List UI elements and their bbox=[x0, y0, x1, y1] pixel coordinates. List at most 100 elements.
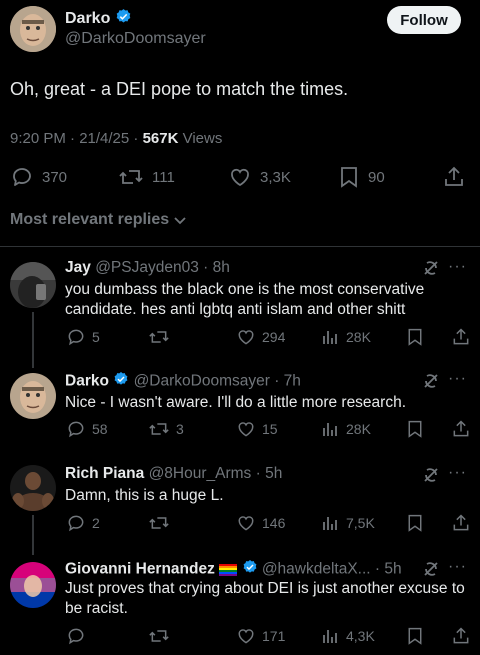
repost-count: 111 bbox=[152, 168, 175, 186]
avatar-darko[interactable] bbox=[10, 6, 56, 52]
reply-repost-stat[interactable] bbox=[148, 626, 176, 646]
reply-author-handle[interactable]: @hawkdeltaX... bbox=[262, 561, 371, 578]
more-options-icon[interactable]: ··· bbox=[448, 370, 467, 388]
reply-icon bbox=[10, 165, 34, 189]
views-count: 28K bbox=[346, 421, 371, 437]
bookmark-stat[interactable]: 90 bbox=[338, 165, 385, 189]
repost-stat[interactable]: 111 bbox=[118, 165, 175, 189]
reply-share-button[interactable] bbox=[451, 513, 471, 533]
views-chart-icon bbox=[320, 513, 340, 533]
thread-line bbox=[32, 515, 34, 555]
chevron-down-icon bbox=[173, 213, 187, 227]
grok-icon[interactable] bbox=[422, 372, 440, 390]
share-button[interactable] bbox=[442, 165, 466, 189]
share-icon bbox=[451, 626, 471, 646]
reply-share-button[interactable] bbox=[451, 626, 471, 646]
reply-reply-stat[interactable]: 2 bbox=[66, 513, 100, 533]
reply-author-handle[interactable]: @DarkoDoomsayer bbox=[134, 373, 270, 390]
avatar-giovanni-hernandez[interactable] bbox=[10, 562, 56, 608]
reply-bookmark-button[interactable] bbox=[406, 626, 424, 646]
author-handle[interactable]: @DarkoDoomsayer bbox=[65, 30, 206, 48]
like-stat[interactable]: 3,3K bbox=[228, 165, 291, 189]
reply-repost-stat[interactable]: 3 bbox=[148, 419, 184, 439]
reply-bookmark-button[interactable] bbox=[406, 513, 424, 533]
reply-reply-stat[interactable] bbox=[66, 626, 92, 646]
reply-views-stat[interactable]: 28K bbox=[320, 419, 371, 439]
reply-author-handle[interactable]: @8Hour_Arms bbox=[149, 465, 252, 482]
reply-reply-stat[interactable]: 5 bbox=[66, 327, 100, 347]
reply-icon bbox=[66, 327, 86, 347]
grok-icon[interactable] bbox=[422, 560, 440, 578]
post-time[interactable]: 9:20 PM · 21/4/25 · bbox=[10, 130, 143, 147]
views-chart-icon bbox=[320, 419, 340, 439]
views-label: Views bbox=[178, 130, 223, 147]
reply-repost-stat[interactable] bbox=[148, 513, 176, 533]
more-options-icon[interactable]: ··· bbox=[448, 464, 467, 482]
reply-bookmark-button[interactable] bbox=[406, 327, 424, 347]
reply-count: 5 bbox=[92, 329, 100, 345]
share-icon bbox=[442, 165, 466, 189]
grok-icon[interactable] bbox=[422, 259, 440, 277]
reply-author-name[interactable]: Giovanni Hernandez bbox=[65, 561, 215, 578]
reply-like-stat[interactable]: 15 bbox=[236, 419, 278, 439]
author-name[interactable]: Darko bbox=[65, 10, 110, 27]
reply-count: 370 bbox=[42, 168, 68, 186]
more-options-icon[interactable]: ··· bbox=[448, 258, 467, 276]
views-count: 7,5K bbox=[346, 515, 375, 531]
verified-badge-icon bbox=[242, 559, 258, 580]
verified-badge-icon bbox=[113, 371, 129, 392]
like-count: 3,3K bbox=[260, 168, 291, 186]
reply-share-button[interactable] bbox=[451, 419, 471, 439]
reply-like-stat[interactable]: 171 bbox=[236, 626, 285, 646]
post-text: Oh, great - a DEI pope to match the time… bbox=[10, 79, 349, 99]
reply-author-name[interactable]: Rich Piana bbox=[65, 465, 144, 482]
avatar-jay[interactable] bbox=[10, 262, 56, 308]
reply-time[interactable]: · 8h bbox=[203, 259, 230, 276]
reply-icon bbox=[66, 513, 86, 533]
reply-author-handle[interactable]: @PSJayden03 bbox=[95, 259, 199, 276]
reply-time[interactable]: · 7h bbox=[274, 373, 301, 390]
reply-author-name[interactable]: Darko bbox=[65, 373, 109, 390]
bookmark-icon bbox=[338, 165, 360, 189]
reply-stat[interactable]: 370 bbox=[10, 165, 67, 189]
reply-views-stat[interactable]: 28K bbox=[320, 327, 371, 347]
reply-share-button[interactable] bbox=[451, 327, 471, 347]
reply-icon bbox=[66, 626, 86, 646]
bookmark-icon bbox=[406, 419, 424, 439]
reply-views-stat[interactable]: 4,3K bbox=[320, 626, 375, 646]
heart-icon bbox=[236, 419, 256, 439]
reply-author-name[interactable]: Jay bbox=[65, 259, 91, 276]
heart-icon bbox=[236, 513, 256, 533]
grok-icon[interactable] bbox=[422, 466, 440, 484]
follow-button[interactable]: Follow bbox=[387, 6, 461, 34]
reply-icon bbox=[66, 419, 86, 439]
reply-bookmark-button[interactable] bbox=[406, 419, 424, 439]
sort-replies-dropdown[interactable]: Most relevant replies bbox=[10, 211, 187, 229]
avatar-rich-piana[interactable] bbox=[10, 465, 56, 511]
more-options-icon[interactable]: ··· bbox=[448, 558, 467, 576]
reply-time[interactable]: · 5h bbox=[375, 561, 402, 578]
reply-like-stat[interactable]: 146 bbox=[236, 513, 285, 533]
reply-text: Nice - I wasn't aware. I'll do a little … bbox=[65, 394, 407, 411]
share-icon bbox=[451, 327, 471, 347]
reply-count: 58 bbox=[92, 421, 108, 437]
repost-icon bbox=[148, 419, 170, 439]
reply-time[interactable]: · 5h bbox=[256, 465, 283, 482]
verified-badge-icon bbox=[115, 8, 132, 30]
reply-views-stat[interactable]: 7,5K bbox=[320, 513, 375, 533]
repost-icon bbox=[148, 327, 170, 347]
bookmark-icon bbox=[406, 327, 424, 347]
reply-repost-stat[interactable] bbox=[148, 327, 176, 347]
post-meta: 9:20 PM · 21/4/25 · 567K Views bbox=[10, 130, 222, 147]
like-count: 15 bbox=[262, 421, 278, 437]
views-count: 28K bbox=[346, 329, 371, 345]
reply-like-stat[interactable]: 294 bbox=[236, 327, 285, 347]
reply-text: you dumbass the black one is the most co… bbox=[65, 281, 425, 318]
views-count: 567K bbox=[142, 130, 179, 147]
avatar-darko[interactable] bbox=[10, 373, 56, 419]
thread-line bbox=[32, 312, 34, 368]
views-chart-icon bbox=[320, 626, 340, 646]
like-count: 294 bbox=[262, 329, 286, 345]
repost-icon bbox=[148, 626, 170, 646]
reply-reply-stat[interactable]: 58 bbox=[66, 419, 108, 439]
